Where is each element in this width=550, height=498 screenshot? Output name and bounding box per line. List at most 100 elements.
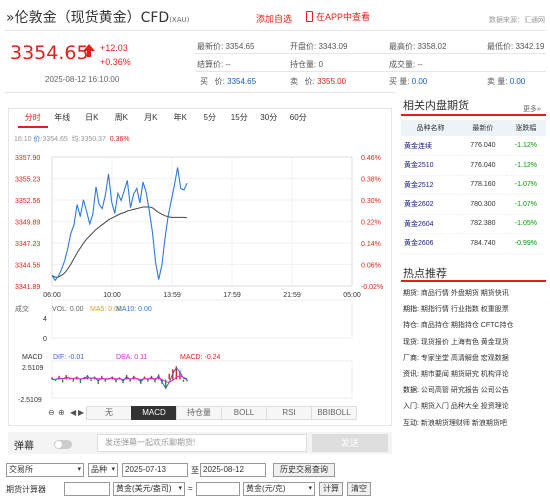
related-futures-title: 相关内盘期货 [403, 100, 469, 112]
indicator-none-button[interactable]: 无 [86, 406, 132, 420]
price-line [51, 167, 188, 282]
col-name: 品种名称 [401, 120, 460, 136]
calc-unit-from-select[interactable]: 黄金(美元/盎司) [113, 482, 185, 496]
volume-y-tick: 4 [43, 316, 47, 323]
future-pct: -1.12% [505, 136, 546, 156]
list-item[interactable]: 互动: 新浪期货理财师 新浪期货吧 [403, 418, 507, 428]
indicator-bar: 无 MACD 持仓量 BOLL RSI BBIBOLL [86, 406, 357, 420]
indicator-oi-button[interactable]: 持仓量 [176, 406, 222, 420]
dif-line [51, 366, 188, 390]
y2-tick-label: 0.46% [361, 155, 381, 162]
calculator-label: 期货计算器 [6, 485, 46, 494]
calc-unit-to-select[interactable]: 黄金(元/克) [243, 482, 315, 496]
table-row[interactable]: 黄金2602 780.300 -1.07% [401, 194, 546, 215]
variety-select[interactable]: 品种 [88, 463, 118, 477]
future-price: 782.380 [459, 214, 506, 234]
indicator-bbiboll-button[interactable]: BBIBOLL [311, 406, 357, 420]
date-separator: 至 [191, 466, 199, 475]
future-name[interactable]: 黄金2512 [401, 175, 460, 195]
intraday-chart[interactable]: 3357.90 3355.23 3352.56 3349.89 3347.23 3344.… [0, 0, 400, 430]
y-tick-label: 3352.56 [15, 198, 40, 205]
more-link[interactable]: 更多» [523, 104, 541, 114]
danmu-toggle[interactable] [54, 440, 72, 449]
list-item[interactable]: 现货: 现货报价 上海有色 黄金现货 [403, 337, 509, 347]
calc-result-input[interactable] [196, 482, 240, 496]
list-item[interactable]: 厂商: 专家坐堂 高清解盘 宏观数据 [403, 353, 509, 363]
macd-label: MACD [22, 354, 43, 361]
table-row[interactable]: 黄金连续 776.040 -1.12% [401, 136, 546, 156]
ma10-value: MA10: 0.00 [116, 306, 152, 313]
future-name[interactable]: 黄金2606 [401, 233, 460, 254]
quote-low: 最低价: 3342.19 [487, 42, 545, 51]
col-price: 最新价 [459, 120, 506, 136]
scroll-right-icon[interactable]: ▶ [78, 408, 84, 417]
y-tick-label: 3341.89 [15, 284, 40, 291]
list-item[interactable]: 资讯: 期市要闻 期货研究 机构评论 [403, 369, 509, 379]
danmu-send-button[interactable]: 发送 [312, 434, 388, 452]
dea-value: DEA: 0.11 [116, 354, 147, 361]
col-pct: 涨跌幅 [505, 120, 546, 136]
y-tick-label: 3349.89 [15, 220, 40, 227]
calc-equals: = [188, 484, 193, 493]
future-price: 780.300 [459, 194, 506, 215]
table-row[interactable]: 黄金2510 776.040 -1.12% [401, 155, 546, 176]
future-price: 784.740 [459, 233, 506, 254]
indicator-rsi-button[interactable]: RSI [266, 406, 312, 420]
x-tick-label: 17:59 [223, 292, 241, 299]
quote-ask-volume: 卖 量: 0.00 [487, 77, 526, 86]
y-tick-label: 3355.23 [15, 177, 40, 184]
list-item[interactable]: 数据: 公司高管 研究报告 公司公告 [403, 385, 509, 395]
table-row[interactable]: 黄金2606 784.740 -0.99% [401, 233, 546, 254]
dea-line [52, 375, 188, 383]
future-name[interactable]: 黄金2604 [401, 214, 460, 234]
data-source: 数据来源：汇通网 [489, 17, 545, 24]
y2-tick-label: 0.14% [361, 241, 381, 248]
avg-price-line [51, 206, 188, 278]
list-item[interactable]: 期指: 期指行情 行业指数 权重股票 [403, 304, 509, 314]
macd-y-tick: 2.5109 [22, 365, 44, 372]
future-name[interactable]: 黄金连续 [401, 136, 460, 156]
dif-value: DIF: -0.01 [53, 354, 84, 361]
list-item[interactable]: 入门: 期货入门 品种大全 投资理论 [403, 401, 509, 411]
volume-value: VOL: 0.00 [52, 306, 84, 313]
zoom-in-icon[interactable]: ⊕ [58, 408, 65, 417]
volume-y-tick: 0 [43, 336, 47, 343]
history-query-button[interactable]: 历史交易查询 [273, 463, 335, 477]
future-pct: -1.05% [505, 214, 546, 234]
future-name[interactable]: 黄金2602 [401, 194, 460, 215]
x-tick-label: 13:59 [163, 292, 181, 299]
y2-tick-label: -0.02% [361, 284, 383, 291]
future-pct: -0.99% [505, 233, 546, 254]
y2-tick-label: 0.22% [361, 220, 381, 227]
y-tick-label: 3357.90 [15, 155, 40, 162]
clear-button[interactable]: 清空 [347, 482, 371, 496]
macd-y-tick: -2.5109 [18, 397, 42, 404]
table-header-row: 品种名称 最新价 涨跌幅 [401, 120, 546, 136]
indicator-macd-button[interactable]: MACD [131, 406, 177, 420]
danmu-label: 弹幕 [14, 441, 34, 452]
table-row[interactable]: 黄金2512 778.160 -1.07% [401, 175, 546, 195]
scroll-left-icon[interactable]: ◀ [70, 408, 76, 417]
macd-value: MACD: -0.24 [180, 354, 221, 361]
date-to-input[interactable]: 2025-08-12 [200, 463, 266, 477]
list-item[interactable]: 持仓: 商品持仓 期指持仓 CFTC持仓 [403, 320, 513, 330]
calc-button[interactable]: 计算 [319, 482, 343, 496]
indicator-boll-button[interactable]: BOLL [221, 406, 267, 420]
x-tick-label: 05:00 [343, 292, 361, 299]
future-price: 776.040 [459, 136, 506, 156]
y2-tick-label: 0.38% [361, 177, 381, 184]
table-row[interactable]: 黄金2604 782.380 -1.05% [401, 214, 546, 234]
exchange-select[interactable]: 交易所 [6, 463, 84, 477]
date-from-input[interactable]: 2025-07-13 [122, 463, 188, 477]
future-name[interactable]: 黄金2510 [401, 155, 460, 176]
list-item[interactable]: 期货: 商品行情 外盘期货 期货快讯 [403, 288, 509, 298]
zoom-out-icon[interactable]: ⊖ [48, 408, 55, 417]
y2-tick-label: 0.06% [361, 263, 381, 270]
hot-topics-title: 热点推荐 [403, 268, 447, 280]
calc-amount-input[interactable] [64, 482, 110, 496]
y-tick-label: 3347.23 [15, 241, 40, 248]
x-tick-label: 06:00 [43, 292, 61, 299]
danmu-input[interactable]: 发送弹幕一起欢乐聊期货! [97, 434, 307, 452]
related-futures-table: 品种名称 最新价 涨跌幅 黄金连续 776.040 -1.12% 黄金2510 776.… [401, 120, 546, 254]
future-price: 778.160 [459, 175, 506, 195]
